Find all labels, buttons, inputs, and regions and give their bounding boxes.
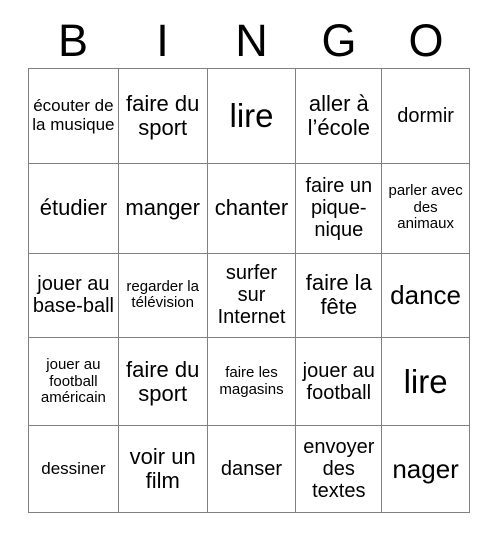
bingo-header: B I N G O (28, 12, 470, 68)
bingo-cell[interactable]: faire la fête (296, 253, 383, 339)
bingo-cell[interactable]: étudier (29, 163, 119, 254)
bingo-cell[interactable]: jouer au football américain (29, 338, 119, 427)
bingo-cell[interactable]: faire du sport (118, 338, 208, 427)
bingo-cell[interactable]: lire (382, 338, 470, 427)
bingo-cell[interactable]: manger (118, 163, 208, 254)
bingo-header-letter-n: N (235, 14, 268, 66)
bingo-cell[interactable]: faire les magasins (207, 338, 297, 427)
bingo-grid: écouter de la musique faire du sport lir… (28, 68, 470, 513)
bingo-cell[interactable]: jouer au football (296, 338, 383, 427)
bingo-cell[interactable]: dormir (382, 69, 470, 164)
bingo-cell[interactable]: lire (207, 69, 297, 164)
bingo-cell[interactable]: voir un film (118, 426, 208, 513)
bingo-cell[interactable]: danser (207, 426, 297, 513)
bingo-row: dessiner voir un film danser envoyer des… (29, 426, 470, 513)
bingo-cell[interactable]: chanter (207, 163, 297, 254)
bingo-row: jouer au football américain faire du spo… (29, 338, 470, 427)
bingo-cell[interactable]: regarder la télévision (118, 253, 208, 339)
bingo-card: B I N G O écouter de la musique faire du… (0, 0, 500, 544)
bingo-cell[interactable]: envoyer des textes (296, 426, 383, 513)
bingo-cell[interactable]: dessiner (29, 426, 119, 513)
bingo-cell[interactable]: jouer au base-ball (29, 253, 119, 339)
bingo-cell[interactable]: faire un pique-nique (296, 163, 383, 254)
bingo-cell[interactable]: écouter de la musique (29, 69, 119, 164)
bingo-cell[interactable]: surfer sur Internet (207, 253, 297, 339)
bingo-row: étudier manger chanter faire un pique-ni… (29, 163, 470, 254)
bingo-header-letter-o: O (408, 14, 444, 66)
bingo-row: jouer au base-ball regarder la télévisio… (29, 253, 470, 339)
bingo-header-letter-g: G (321, 14, 357, 66)
bingo-header-letter-b: B (57, 14, 88, 66)
bingo-cell[interactable]: dance (382, 253, 470, 339)
bingo-cell[interactable]: aller à l’école (296, 69, 383, 164)
bingo-header-letter-i: I (156, 14, 169, 66)
bingo-cell[interactable]: parler avec des animaux (382, 163, 470, 254)
bingo-row: écouter de la musique faire du sport lir… (29, 69, 470, 164)
bingo-cell[interactable]: nager (382, 426, 470, 513)
bingo-cell[interactable]: faire du sport (118, 69, 208, 164)
